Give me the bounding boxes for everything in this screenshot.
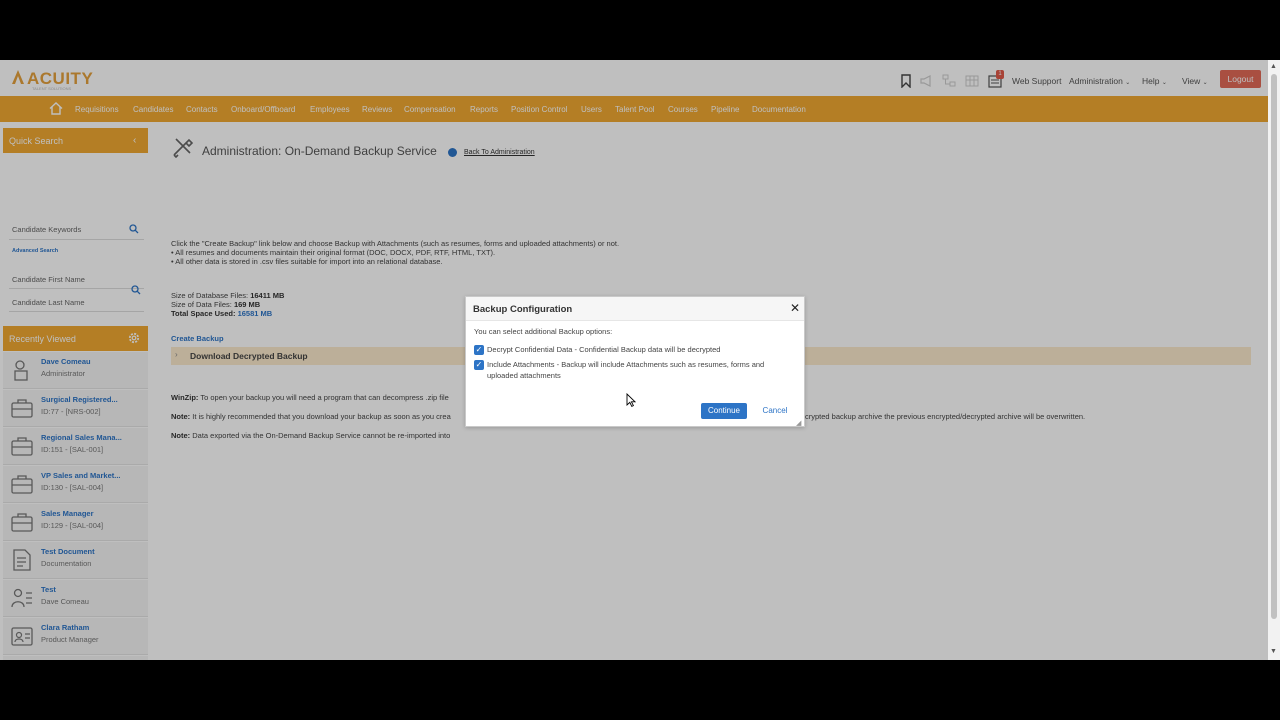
scroll-down-icon[interactable]: ▼ [1270, 648, 1277, 655]
cancel-button[interactable]: Cancel [757, 403, 793, 419]
resize-grip-icon[interactable]: ◢ [796, 419, 801, 427]
close-icon[interactable]: ✕ [788, 301, 802, 315]
page-scrollbar[interactable]: ▲ ▼ [1268, 60, 1280, 660]
dialog-title: Backup Configuration [473, 304, 573, 315]
decrypt-checkbox[interactable]: ✓ [474, 345, 484, 355]
dialog-header: Backup Configuration ✕ [466, 297, 804, 321]
include-attachments-checkbox[interactable]: ✓ [474, 360, 484, 370]
decrypt-option-label: Decrypt Confidential Data - Confidential… [487, 345, 721, 354]
scroll-up-icon[interactable]: ▲ [1270, 63, 1277, 70]
backup-configuration-dialog: Backup Configuration ✕ You can select ad… [465, 296, 805, 427]
scrollbar-thumb[interactable] [1271, 74, 1277, 619]
app-window: ACUITY TALENT SOLUTIONS 1 Web Support Ad… [0, 60, 1280, 660]
mouse-cursor-icon [626, 393, 636, 407]
dialog-intro-text: You can select additional Backup options… [474, 327, 613, 336]
continue-button[interactable]: Continue [701, 403, 747, 419]
include-attachments-label: Include Attachments - Backup will includ… [487, 360, 765, 380]
